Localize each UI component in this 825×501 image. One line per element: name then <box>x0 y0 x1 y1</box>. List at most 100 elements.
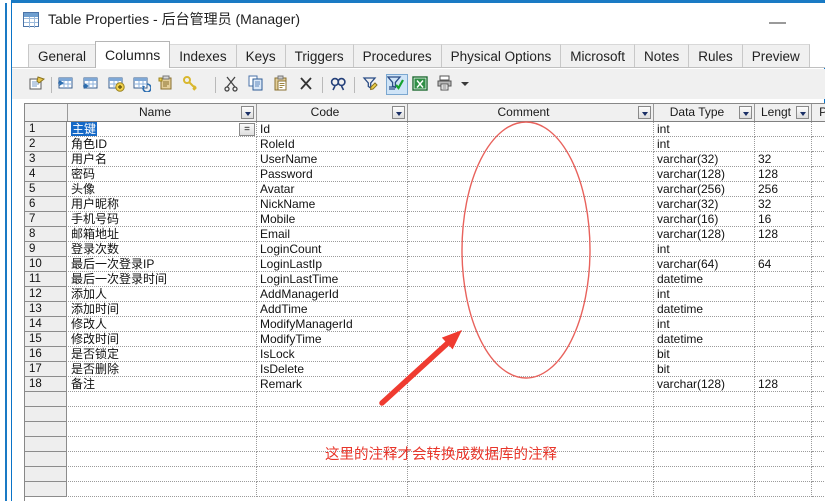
tab-procedures[interactable]: Procedures <box>352 44 442 68</box>
cell-name[interactable] <box>68 482 257 497</box>
export-excel-icon[interactable] <box>412 75 432 94</box>
column-header-prec[interactable]: Prec <box>812 104 825 121</box>
table-row[interactable]: 16 是否锁定 IsLock bit <box>25 347 825 362</box>
cell-comment[interactable] <box>408 347 654 362</box>
row-number[interactable]: 4 <box>25 167 67 182</box>
cell-name[interactable]: 备注 <box>68 377 257 392</box>
cell-datatype[interactable]: varchar(16) <box>654 212 755 227</box>
table-row[interactable]: 1 主键 Id int <box>25 122 825 137</box>
cell-code[interactable]: Avatar <box>257 182 408 197</box>
row-number[interactable]: 9 <box>25 242 67 257</box>
cell-prec[interactable] <box>812 302 825 317</box>
table-row[interactable]: 10 最后一次登录IP LoginLastIp varchar(64) 64 <box>25 257 825 272</box>
cell-comment[interactable] <box>408 257 654 272</box>
cell-code[interactable]: LoginLastIp <box>257 257 408 272</box>
cell-name[interactable]: 是否锁定 <box>68 347 257 362</box>
append-row-icon[interactable] <box>83 75 103 94</box>
chevron-down-icon[interactable] <box>739 106 752 119</box>
cell-prec[interactable] <box>812 137 825 152</box>
cell-prec[interactable] <box>812 332 825 347</box>
row-number[interactable]: 7 <box>25 212 67 227</box>
cell-length[interactable] <box>755 317 812 332</box>
cell-prec[interactable] <box>812 182 825 197</box>
cell-comment[interactable] <box>408 242 654 257</box>
cell-name[interactable]: 最后一次登录IP <box>68 257 257 272</box>
chevron-down-icon[interactable] <box>392 106 405 119</box>
cell-code[interactable]: Id <box>257 122 408 137</box>
add-table-icon[interactable] <box>108 75 128 94</box>
cell-prec[interactable] <box>812 452 825 467</box>
cell-length[interactable] <box>755 362 812 377</box>
cell-length[interactable] <box>755 137 812 152</box>
cell-comment[interactable] <box>408 287 654 302</box>
paste-icon[interactable] <box>273 75 293 94</box>
cell-length[interactable] <box>755 422 812 437</box>
cell-code[interactable] <box>257 392 408 407</box>
cell-prec[interactable] <box>812 167 825 182</box>
cell-prec[interactable] <box>812 467 825 482</box>
cell-length[interactable]: 128 <box>755 167 812 182</box>
cell-datatype[interactable]: varchar(128) <box>654 227 755 242</box>
cell-name[interactable] <box>68 392 257 407</box>
apply-filter-icon[interactable] <box>386 74 408 95</box>
table-row-empty[interactable] <box>25 482 825 497</box>
delete-icon[interactable] <box>298 75 318 94</box>
cell-datatype[interactable]: datetime <box>654 302 755 317</box>
row-number[interactable] <box>25 467 67 482</box>
cell-length[interactable] <box>755 392 812 407</box>
table-row[interactable]: 4 密码 Password varchar(128) 128 <box>25 167 825 182</box>
cell-prec[interactable] <box>812 287 825 302</box>
table-row-empty[interactable] <box>25 392 825 407</box>
cell-length[interactable] <box>755 122 812 137</box>
table-row[interactable]: 9 登录次数 LoginCount int <box>25 242 825 257</box>
table-row[interactable]: 11 最后一次登录时间 LoginLastTime datetime <box>25 272 825 287</box>
cell-length[interactable] <box>755 242 812 257</box>
tab-preview[interactable]: Preview <box>741 44 810 68</box>
cell-name[interactable]: 密码 <box>68 167 257 182</box>
cell-code[interactable] <box>257 452 408 467</box>
reuse-table-icon[interactable] <box>133 75 153 94</box>
cell-comment[interactable] <box>408 332 654 347</box>
cell-code[interactable]: Email <box>257 227 408 242</box>
cell-datatype[interactable]: int <box>654 122 755 137</box>
cell-comment[interactable] <box>408 167 654 182</box>
cell-datatype[interactable] <box>654 482 755 497</box>
cell-code[interactable]: AddManagerId <box>257 287 408 302</box>
cell-prec[interactable] <box>812 227 825 242</box>
cell-code[interactable]: Remark <box>257 377 408 392</box>
cell-length[interactable] <box>755 437 812 452</box>
row-number[interactable]: 2 <box>25 137 67 152</box>
table-row[interactable]: 18 备注 Remark varchar(128) 128 <box>25 377 825 392</box>
print-options-caret[interactable] <box>461 82 469 86</box>
column-header-name[interactable]: Name <box>68 104 257 121</box>
cell-length[interactable]: 32 <box>755 197 812 212</box>
find-icon[interactable] <box>330 75 350 94</box>
cell-length[interactable] <box>755 332 812 347</box>
row-number[interactable]: 14 <box>25 317 67 332</box>
cell-datatype[interactable]: int <box>654 317 755 332</box>
cell-comment[interactable] <box>408 452 654 467</box>
cell-length[interactable] <box>755 302 812 317</box>
paste-clipboard-icon[interactable] <box>158 75 178 94</box>
columns-grid[interactable]: Name Code Comment Data TypeLengtPrec 1 主键 Id i… <box>24 103 825 501</box>
cell-length[interactable] <box>755 482 812 497</box>
cell-name[interactable]: 修改时间 <box>68 332 257 347</box>
cell-name[interactable]: 用户昵称 <box>68 197 257 212</box>
cell-name[interactable]: 手机号码 <box>68 212 257 227</box>
cut-icon[interactable] <box>223 75 243 94</box>
table-row[interactable]: 17 是否删除 IsDelete bit <box>25 362 825 377</box>
copy-icon[interactable] <box>248 75 268 94</box>
cell-datatype[interactable]: datetime <box>654 272 755 287</box>
row-number[interactable]: 17 <box>25 362 67 377</box>
cell-comment[interactable] <box>408 152 654 167</box>
cell-code[interactable]: RoleId <box>257 137 408 152</box>
column-header-length[interactable]: Lengt <box>755 104 812 121</box>
cell-comment[interactable] <box>408 137 654 152</box>
table-row-empty[interactable] <box>25 467 825 482</box>
row-number[interactable]: 16 <box>25 347 67 362</box>
chevron-down-icon[interactable] <box>796 106 809 119</box>
cell-name[interactable]: 添加时间 <box>68 302 257 317</box>
cell-comment[interactable] <box>408 182 654 197</box>
cell-comment[interactable] <box>408 122 654 137</box>
table-row-empty[interactable] <box>25 407 825 422</box>
